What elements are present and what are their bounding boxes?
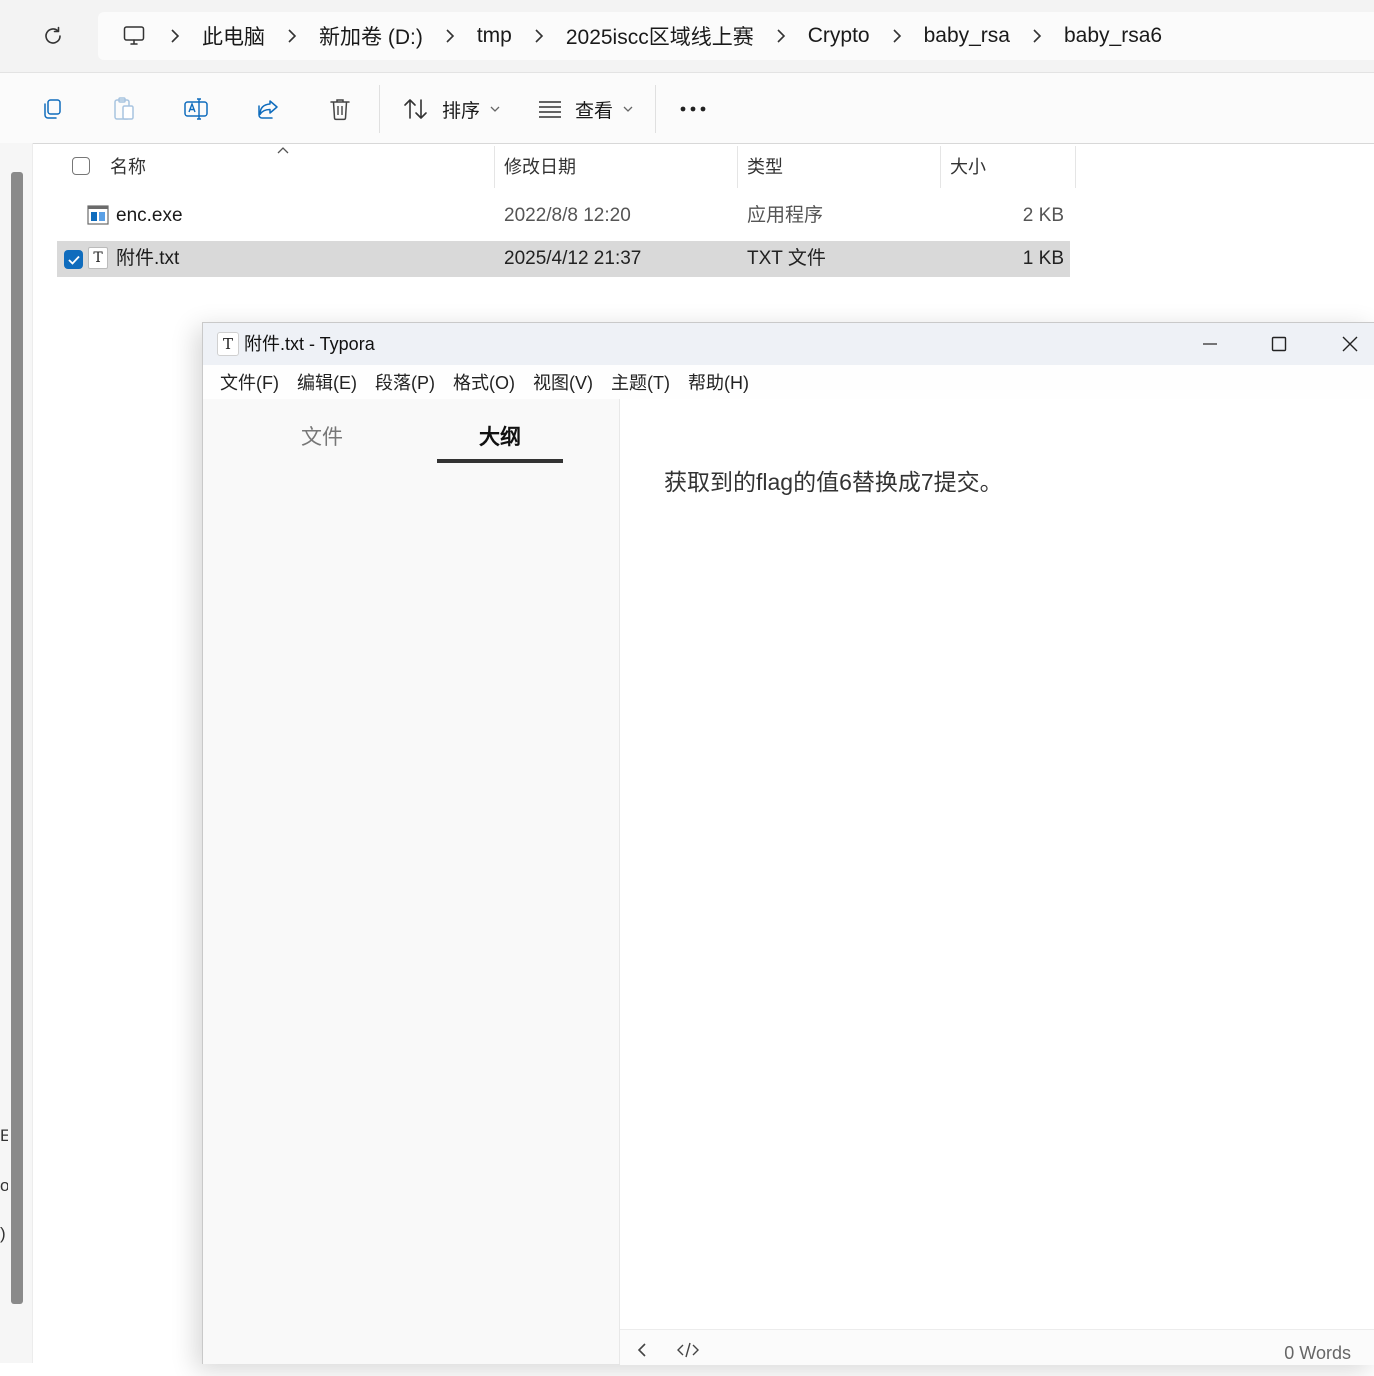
column-header-modified[interactable]: 修改日期 <box>494 146 737 188</box>
breadcrumb-iscc[interactable]: 2025iscc区域线上赛 <box>560 21 760 51</box>
source-code-mode-button[interactable] <box>676 1338 700 1362</box>
sort-ascending-icon <box>277 147 289 154</box>
breadcrumb-this-pc[interactable]: 此电脑 <box>196 21 271 51</box>
close-button[interactable] <box>1315 323 1374 365</box>
navigation-scrollbar[interactable] <box>11 172 23 1304</box>
chevron-down-icon <box>490 106 500 112</box>
minimize-button[interactable] <box>1175 323 1245 365</box>
nav-text-fragment: E <box>0 1126 8 1145</box>
toolbar-divider <box>655 85 656 133</box>
sort-label: 排序 <box>442 100 481 122</box>
typora-status-bar: 0 Words <box>620 1329 1374 1365</box>
close-icon <box>1342 336 1358 352</box>
toggle-sidebar-button[interactable] <box>630 1338 654 1362</box>
menu-edit[interactable]: 编辑(E) <box>288 369 366 395</box>
menu-view[interactable]: 视图(V) <box>524 369 602 395</box>
checkmark-icon <box>67 255 80 265</box>
file-list-header: 名称 修改日期 类型 大小 <box>56 146 1076 188</box>
typora-sidebar: 文件 大纲 <box>203 399 620 1364</box>
share-button[interactable] <box>248 87 288 131</box>
column-header-name[interactable]: 名称 <box>100 146 494 188</box>
menu-paragraph[interactable]: 段落(P) <box>366 369 444 395</box>
breadcrumb-chevron-icon[interactable] <box>886 25 908 47</box>
nav-text-fragment: ) <box>0 1224 6 1243</box>
copy-icon <box>44 99 61 119</box>
typora-title-bar[interactable]: T 附件.txt - Typora <box>203 323 1374 365</box>
tab-outline[interactable]: 大纲 <box>437 421 563 451</box>
exe-icon <box>87 204 109 226</box>
this-pc-icon[interactable] <box>114 16 154 56</box>
toolbar-divider <box>379 85 380 133</box>
menu-help[interactable]: 帮助(H) <box>679 369 758 395</box>
breadcrumb-crypto[interactable]: Crypto <box>802 24 876 48</box>
share-icon <box>258 100 278 119</box>
file-type: 应用程序 <box>747 205 824 226</box>
breadcrumb-chevron-icon[interactable] <box>770 25 792 47</box>
file-name[interactable]: enc.exe <box>116 198 183 234</box>
column-header-type[interactable]: 类型 <box>737 146 940 188</box>
document-paragraph[interactable]: 获取到的flag的值6替换成7提交。 <box>664 463 1003 497</box>
breadcrumb-baby-rsa[interactable]: baby_rsa <box>918 24 1016 48</box>
breadcrumb-tmp[interactable]: tmp <box>471 24 518 48</box>
typora-menu-bar: 文件(F) 编辑(E) 段落(P) 格式(O) 视图(V) 主题(T) 帮助(H… <box>203 365 1374 399</box>
view-label: 查看 <box>575 100 614 122</box>
explorer-command-bar: 排序 查看 <box>0 72 1374 144</box>
typora-glyph: T <box>88 247 108 269</box>
maximize-icon <box>1271 336 1287 352</box>
menu-theme[interactable]: 主题(T) <box>602 369 679 395</box>
menu-file[interactable]: 文件(F) <box>211 369 288 395</box>
more-icon <box>680 106 706 112</box>
file-type: TXT 文件 <box>747 248 826 269</box>
column-header-size[interactable]: 大小 <box>940 146 1075 188</box>
paste-icon <box>114 97 134 120</box>
tab-files[interactable]: 文件 <box>259 421 385 451</box>
sort-icon <box>404 99 427 119</box>
word-count[interactable]: 0 Words <box>1284 1330 1351 1376</box>
file-modified: 2025/4/12 21:37 <box>504 248 642 269</box>
nav-text-fragment: o <box>0 1176 8 1195</box>
file-name[interactable]: 附件.txt <box>116 241 179 277</box>
refresh-icon <box>45 26 61 44</box>
breadcrumb-chevron-icon[interactable] <box>281 25 303 47</box>
typora-app-icon: T <box>217 332 239 356</box>
file-size: 2 KB <box>1022 205 1064 226</box>
column-divider[interactable] <box>1075 146 1076 188</box>
breadcrumb-chevron-icon[interactable] <box>1026 25 1048 47</box>
view-list-icon <box>539 101 561 118</box>
paste-button[interactable] <box>104 87 144 131</box>
breadcrumb-baby-rsa6[interactable]: baby_rsa6 <box>1058 24 1168 48</box>
editor-area[interactable]: 获取到的flag的值6替换成7提交。 <box>620 399 1374 1329</box>
file-row-enc-exe[interactable]: enc.exe 2022/8/8 12:20 应用程序 2 KB <box>57 198 1070 234</box>
breadcrumb-chevron-icon[interactable] <box>528 25 550 47</box>
file-size: 1 KB <box>1022 248 1064 269</box>
sort-button[interactable]: 排序 <box>402 87 500 131</box>
copy-button[interactable] <box>32 87 72 131</box>
more-options-button[interactable] <box>672 87 714 131</box>
minimize-icon <box>1203 343 1217 345</box>
rename-icon <box>184 98 208 120</box>
breadcrumb-drive-d[interactable]: 新加卷 (D:) <box>313 21 429 51</box>
typora-file-icon: T <box>87 247 109 269</box>
refresh-button[interactable] <box>36 20 70 52</box>
address-bar[interactable]: 此电脑 新加卷 (D:) tmp 2025iscc区域线上赛 Crypto ba… <box>98 12 1374 60</box>
breadcrumb-chevron-icon[interactable] <box>164 25 186 47</box>
explorer-address-row: 此电脑 新加卷 (D:) tmp 2025iscc区域线上赛 Crypto ba… <box>0 0 1374 72</box>
file-modified: 2022/8/8 12:20 <box>504 205 631 226</box>
row-checkbox-checked[interactable] <box>64 250 83 269</box>
file-row-attachment-txt[interactable]: T 附件.txt 2025/4/12 21:37 TXT 文件 1 KB <box>57 241 1070 277</box>
delete-button[interactable] <box>320 87 360 131</box>
active-tab-indicator <box>437 459 563 463</box>
chevron-left-icon <box>637 1343 646 1357</box>
rename-button[interactable] <box>176 87 216 131</box>
breadcrumb-chevron-icon[interactable] <box>439 25 461 47</box>
select-all-checkbox[interactable] <box>72 157 90 175</box>
maximize-button[interactable] <box>1244 323 1314 365</box>
code-icon <box>677 1342 699 1358</box>
chevron-down-icon <box>623 106 633 112</box>
trash-icon <box>330 99 350 121</box>
view-button[interactable]: 查看 <box>537 87 633 131</box>
window-title: 附件.txt - Typora <box>244 334 375 354</box>
typora-window: T 附件.txt - Typora 文件(F) 编辑(E) 段落(P) 格式(O… <box>202 322 1374 1365</box>
menu-format[interactable]: 格式(O) <box>444 369 524 395</box>
